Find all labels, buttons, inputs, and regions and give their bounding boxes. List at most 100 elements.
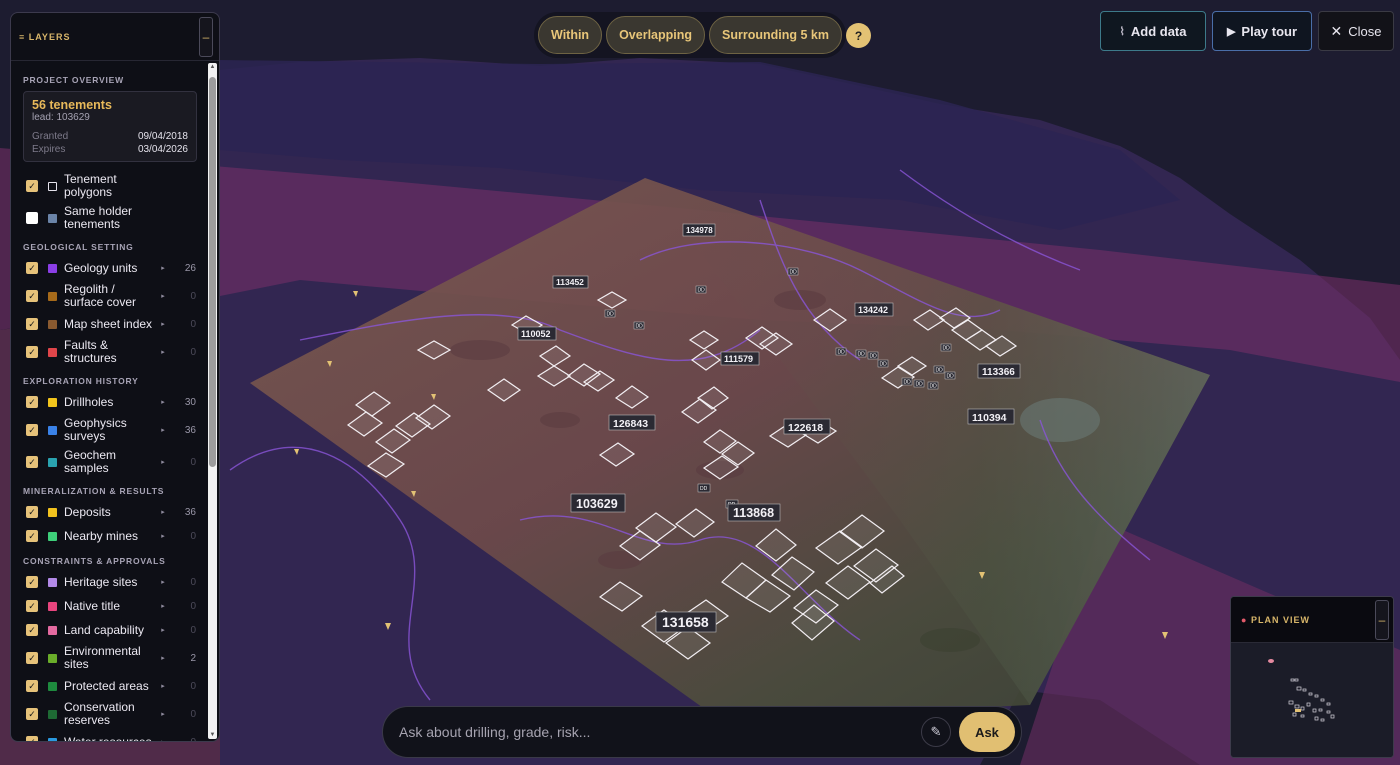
expand-arrow-icon[interactable]: ▸ (156, 292, 170, 300)
expand-arrow-icon[interactable]: ▸ (156, 508, 170, 516)
tenement-label-110052: 110052 (517, 326, 557, 341)
layer-checkbox[interactable]: ✓ (26, 424, 38, 436)
expand-arrow-icon[interactable]: ▸ (156, 348, 170, 356)
layer-checkbox[interactable]: ✓ (26, 530, 38, 542)
layer-row[interactable]: ✓ Water resources▸0 (11, 730, 207, 741)
layer-row[interactable]: ✓ Land capability ▸ 0 (11, 618, 207, 642)
layer-checkbox[interactable]: ✓ (26, 262, 38, 274)
filter-surrounding-button[interactable]: Surrounding 5 km (709, 16, 842, 54)
svg-text:113366: 113366 (982, 367, 1015, 378)
svg-text:DD: DD (947, 374, 955, 380)
layer-checkbox[interactable]: ✓ (26, 708, 38, 720)
minimap-highlight (1295, 709, 1301, 712)
layer-swatch (48, 213, 57, 223)
layer-checkbox[interactable]: ✓ (26, 652, 38, 664)
svg-text:DD: DD (698, 288, 706, 294)
layer-row[interactable]: ✓ Deposits ▸ 36 (11, 500, 207, 524)
layers-title: ≡ LAYERS (19, 31, 71, 42)
layer-checkbox[interactable]: ✓ (26, 600, 38, 612)
base-layers: ✓ Tenement polygons Same holder tenements (11, 170, 207, 234)
layer-row[interactable]: Same holder tenements (11, 202, 207, 234)
pencil-icon[interactable]: ✎ (921, 717, 951, 747)
layer-checkbox[interactable]: ✓ (26, 680, 38, 692)
layer-swatch (48, 653, 57, 663)
svg-text:113452: 113452 (556, 277, 584, 287)
svg-text:DD: DD (943, 346, 951, 352)
layer-row[interactable]: ✓ Environmental sites ▸ 2 (11, 642, 207, 674)
expand-arrow-icon[interactable]: ▸ (156, 710, 170, 718)
layer-row[interactable]: ✓ Drillholes ▸ 30 (11, 390, 207, 414)
add-data-button[interactable]: ⌇ Add data (1100, 11, 1206, 51)
layer-count: 0 (190, 318, 196, 330)
overview-granted-row: Granted 09/04/2018 (32, 131, 188, 142)
layer-checkbox[interactable]: ✓ (26, 506, 38, 518)
filter-within-button[interactable]: Within (538, 16, 603, 54)
scrollbar-thumb[interactable] (209, 77, 216, 467)
layer-row[interactable]: ✓ Faults & structures ▸ 0 (11, 336, 207, 368)
layer-checkbox[interactable]: ✓ (26, 346, 38, 358)
layer-swatch (48, 181, 57, 191)
layers-scrollbar[interactable]: ▲ ▼ (208, 63, 217, 739)
expand-arrow-icon[interactable]: ▸ (156, 458, 170, 466)
layer-checkbox[interactable]: ✓ (26, 456, 38, 468)
expand-arrow-icon[interactable]: ▸ (156, 532, 170, 540)
ask-button[interactable]: Ask (959, 712, 1015, 752)
filter-overlapping-button[interactable]: Overlapping (606, 16, 706, 54)
layer-row[interactable]: ✓ Heritage sites ▸ 0 (11, 570, 207, 594)
scroll-up-icon[interactable]: ▲ (208, 64, 217, 70)
layer-label: Deposits (64, 504, 111, 519)
svg-text:DD: DD (838, 350, 846, 356)
layer-row[interactable]: ✓ Nearby mines ▸ 0 (11, 524, 207, 548)
layer-checkbox[interactable]: ✓ (26, 624, 38, 636)
layer-checkbox[interactable]: ✓ (26, 736, 38, 741)
close-button[interactable]: ✕ Close (1318, 11, 1394, 51)
layer-row[interactable]: ✓ Regolith / surface cover ▸ 0 (11, 280, 207, 312)
layer-row[interactable]: ✓ Geochem samples ▸ 0 (11, 446, 207, 478)
scroll-down-icon[interactable]: ▼ (208, 732, 217, 738)
layer-checkbox[interactable]: ✓ (26, 318, 38, 330)
layer-row[interactable]: ✓ Geophysics surveys ▸ 36 (11, 414, 207, 446)
layer-swatch (48, 601, 57, 611)
layer-row[interactable]: ✓ Geology units ▸ 26 (11, 256, 207, 280)
overview-title: 56 tenements (32, 98, 112, 112)
ask-input[interactable] (399, 712, 921, 752)
play-tour-button[interactable]: ▶ Play tour (1212, 11, 1312, 51)
layer-count: 30 (184, 396, 196, 408)
help-button[interactable]: ? (846, 23, 871, 48)
expand-arrow-icon[interactable]: ▸ (156, 738, 170, 741)
plan-view-collapse-button[interactable]: – (1375, 599, 1389, 640)
expand-arrow-icon[interactable]: ▸ (156, 426, 170, 434)
layer-row[interactable]: ✓ Tenement polygons (11, 170, 207, 202)
layer-row[interactable]: ✓ Protected areas ▸ 0 (11, 674, 207, 698)
layer-row[interactable]: ✓ Map sheet index ▸ 0 (11, 312, 207, 336)
layer-count: 0 (190, 680, 196, 692)
layer-label: Same holder tenements (64, 204, 133, 231)
expand-arrow-icon[interactable]: ▸ (156, 264, 170, 272)
layer-count: 0 (170, 737, 196, 742)
layer-checkbox[interactable] (26, 212, 38, 224)
layer-row[interactable]: ✓ Conservation reserves ▸ 0 (11, 698, 207, 730)
layer-checkbox[interactable]: ✓ (26, 396, 38, 408)
expand-arrow-icon[interactable]: ▸ (156, 578, 170, 586)
expand-arrow-icon[interactable]: ▸ (156, 682, 170, 690)
plan-view-minimap[interactable] (1231, 643, 1393, 757)
expand-arrow-icon[interactable]: ▸ (156, 602, 170, 610)
svg-text:113868: 113868 (733, 506, 774, 520)
layer-swatch (48, 577, 57, 587)
layer-row[interactable]: ✓ Native title ▸ 0 (11, 594, 207, 618)
layer-checkbox[interactable]: ✓ (26, 576, 38, 588)
expand-arrow-icon[interactable]: ▸ (156, 626, 170, 634)
svg-text:134242: 134242 (858, 305, 888, 315)
layer-checkbox[interactable]: ✓ (26, 180, 38, 192)
expand-arrow-icon[interactable]: ▸ (156, 398, 170, 406)
expand-arrow-icon[interactable]: ▸ (156, 320, 170, 328)
project-overview-card[interactable]: 56 tenements lead: 103629 Granted 09/04/… (23, 91, 197, 162)
svg-text:DD: DD (790, 270, 798, 276)
expand-arrow-icon[interactable]: ▸ (156, 654, 170, 662)
layer-checkbox[interactable]: ✓ (26, 290, 38, 302)
layers-collapse-button[interactable]: – (199, 16, 213, 57)
layer-label: Conservation reserves (64, 700, 135, 727)
layers-panel-header: ≡ LAYERS – (11, 13, 219, 61)
tenement-label-113452: 113452 (552, 275, 589, 289)
granted-date: 09/04/2018 (137, 131, 188, 142)
